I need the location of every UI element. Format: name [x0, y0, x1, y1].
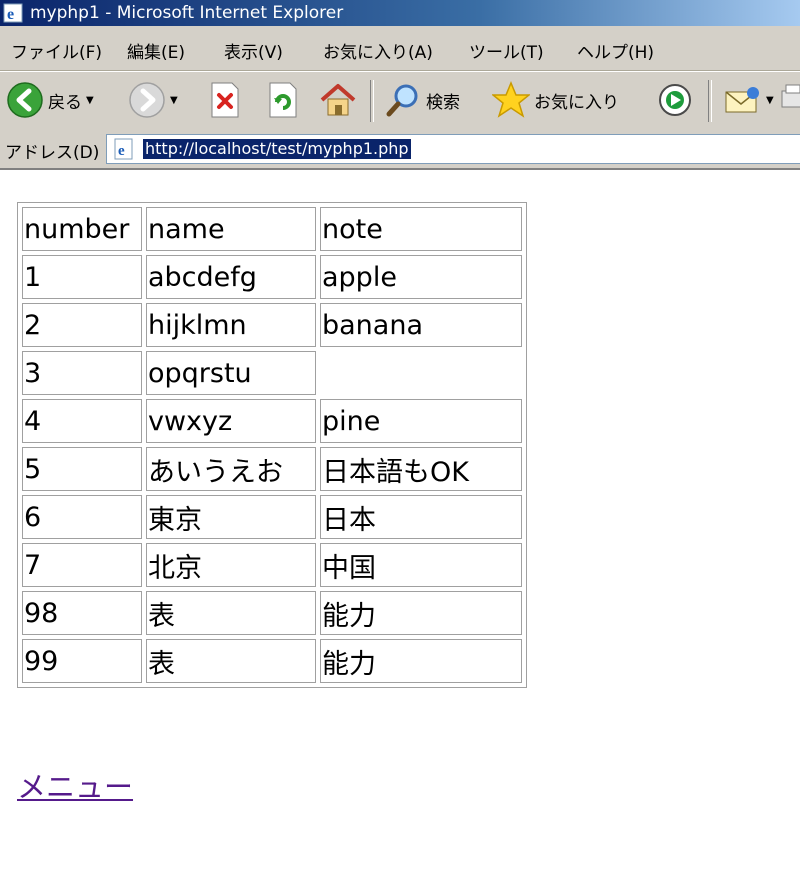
table-cell: abcdefg	[146, 255, 316, 299]
table-cell: 6	[22, 495, 142, 539]
table-cell: pine	[320, 399, 522, 443]
favorites-button[interactable]: お気に入り	[492, 80, 619, 120]
table-cell: 98	[22, 591, 142, 635]
stop-icon	[211, 82, 239, 118]
home-button[interactable]	[318, 80, 358, 120]
refresh-icon	[269, 82, 297, 118]
menu-edit[interactable]: 編集(E)	[127, 38, 185, 63]
media-icon	[659, 84, 691, 116]
table-row: 3 opqrstu	[22, 351, 522, 395]
back-button[interactable]: 戻る ▼	[6, 80, 94, 120]
table-row: 7 北京 中国	[22, 543, 522, 587]
toolbar: 戻る ▼ ▼ 検索 お気に入り ▼	[0, 71, 800, 131]
table-cell: 北京	[146, 543, 316, 587]
back-label: 戻る	[48, 92, 82, 113]
table-cell: 1	[22, 255, 142, 299]
table-cell: apple	[320, 255, 522, 299]
table-cell: 2	[22, 303, 142, 347]
title-bar[interactable]: e myphp1 - Microsoft Internet Explorer	[0, 0, 800, 26]
table-cell: 5	[22, 447, 142, 491]
table-row: 1 abcdefg apple	[22, 255, 522, 299]
toolbar-separator	[370, 80, 374, 122]
search-button[interactable]: 検索	[384, 80, 460, 120]
page-icon: e	[114, 138, 133, 160]
window-title: myphp1 - Microsoft Internet Explorer	[30, 3, 344, 23]
svg-text:e: e	[118, 143, 125, 159]
table-row: 99 表 能力	[22, 639, 522, 683]
menu-tools[interactable]: ツール(T)	[469, 38, 544, 63]
table-cell: 日本	[320, 495, 522, 539]
address-input[interactable]: http://localhost/test/myphp1.php	[143, 139, 411, 159]
table-cell: 日本語もOK	[320, 447, 522, 491]
table-cell: hijklmn	[146, 303, 316, 347]
forward-dropdown-icon[interactable]: ▼	[170, 95, 178, 106]
table-header-row: number name note	[22, 207, 522, 251]
mail-dropdown-icon[interactable]: ▼	[766, 95, 774, 106]
table-cell: 表	[146, 639, 316, 683]
favorites-label: お気に入り	[534, 92, 619, 113]
table-row: 4 vwxyz pine	[22, 399, 522, 443]
table-cell: 能力	[320, 639, 522, 683]
table-cell: opqrstu	[146, 351, 316, 395]
toolbar-separator	[708, 80, 712, 122]
forward-arrow-icon	[129, 82, 165, 118]
table-cell: 99	[22, 639, 142, 683]
media-button[interactable]	[654, 80, 694, 120]
address-bar: アドレス(D) e http://localhost/test/myphp1.p…	[0, 130, 800, 170]
table-row: 5 あいうえお 日本語もOK	[22, 447, 522, 491]
forward-button[interactable]: ▼	[128, 80, 178, 120]
ie-logo-icon: e	[3, 3, 23, 23]
table-cell: あいうえお	[146, 447, 316, 491]
table-row: 98 表 能力	[22, 591, 522, 635]
svg-text:e: e	[7, 6, 14, 23]
menu-favorites[interactable]: お気に入り(A)	[323, 38, 433, 63]
address-label: アドレス(D)	[5, 143, 100, 163]
table-cell: 東京	[146, 495, 316, 539]
menu-file[interactable]: ファイル(F)	[11, 38, 102, 63]
table-cell: 中国	[320, 543, 522, 587]
table-cell: 表	[146, 591, 316, 635]
table-cell-empty	[320, 351, 522, 395]
print-button[interactable]	[780, 80, 800, 120]
table-row: 6 東京 日本	[22, 495, 522, 539]
table-header-cell: name	[146, 207, 316, 251]
table-cell: 3	[22, 351, 142, 395]
star-icon	[492, 81, 530, 118]
mail-button[interactable]: ▼	[722, 80, 774, 120]
back-arrow-icon	[7, 82, 43, 118]
menu-help[interactable]: ヘルプ(H)	[577, 38, 654, 63]
refresh-button[interactable]	[266, 80, 300, 120]
menu-view[interactable]: 表示(V)	[224, 38, 283, 63]
search-label: 検索	[426, 92, 460, 113]
table-cell: vwxyz	[146, 399, 316, 443]
back-dropdown-icon[interactable]: ▼	[86, 95, 94, 106]
table-header-cell: number	[22, 207, 142, 251]
table-cell: 7	[22, 543, 142, 587]
print-icon	[781, 84, 800, 108]
table-row: 2 hijklmn banana	[22, 303, 522, 347]
search-icon	[386, 84, 418, 117]
menu-link[interactable]: メニュー	[17, 764, 133, 806]
mail-icon	[725, 87, 759, 113]
table-cell: 能力	[320, 591, 522, 635]
stop-button[interactable]	[208, 80, 242, 120]
menu-bar: ファイル(F) 編集(E) 表示(V) お気に入り(A) ツール(T) ヘルプ(…	[0, 26, 800, 71]
data-table: number name note 1 abcdefg apple 2 hijkl…	[17, 202, 527, 688]
address-field[interactable]: e http://localhost/test/myphp1.php	[106, 134, 800, 164]
table-cell: banana	[320, 303, 522, 347]
home-icon	[320, 84, 356, 116]
table-cell: 4	[22, 399, 142, 443]
table-header-cell: note	[320, 207, 522, 251]
page-content: number name note 1 abcdefg apple 2 hijkl…	[0, 170, 800, 890]
